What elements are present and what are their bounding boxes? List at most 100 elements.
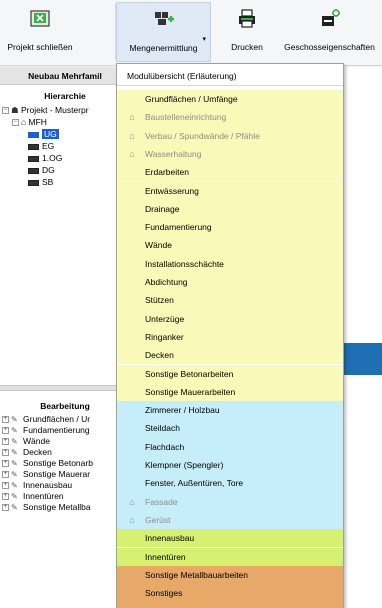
work-item-label: Wände bbox=[23, 436, 50, 446]
work-item[interactable]: + ✎ Sonstige Metallba bbox=[2, 502, 91, 513]
menu-item: ⌂ Gerüst bbox=[117, 510, 343, 530]
printer-icon bbox=[236, 8, 258, 32]
menu-item-label: Stützen bbox=[145, 295, 174, 306]
menu-item[interactable]: Flachdach bbox=[117, 437, 343, 456]
menu-item[interactable]: Fenster, Außentüren, Tore bbox=[117, 474, 343, 493]
menu-item[interactable]: Steildach bbox=[117, 419, 343, 438]
menu-item-label: Sonstiges bbox=[145, 588, 183, 599]
menu-item-label: Installationsschächte bbox=[145, 258, 224, 269]
pencil-icon: ✎ bbox=[11, 492, 18, 501]
menu-item-label: Entwässerung bbox=[145, 185, 199, 196]
tree-node-label: DG bbox=[42, 165, 55, 175]
menu-item[interactable]: Sonstige Metallbauarbeiten bbox=[117, 565, 343, 585]
house-icon: ⌂ bbox=[21, 117, 27, 127]
menu-item-label: Fassade bbox=[145, 496, 178, 507]
house-icon: ⌂ bbox=[129, 112, 135, 123]
work-item[interactable]: + ✎ Wände bbox=[2, 436, 50, 447]
menu-item-label: Klempner (Spengler) bbox=[145, 460, 224, 470]
floor-icon bbox=[28, 131, 39, 138]
work-item[interactable]: + ✎ Sonstige Betonarb bbox=[2, 458, 93, 469]
project-icon: ☗ bbox=[11, 105, 19, 115]
floor-icon bbox=[28, 179, 39, 186]
expand-icon[interactable]: + bbox=[2, 482, 9, 490]
menu-item[interactable]: Installationsschächte bbox=[117, 254, 343, 273]
menu-item[interactable]: Ringanker bbox=[117, 327, 343, 347]
expand-icon[interactable]: + bbox=[2, 449, 9, 457]
menu-item[interactable]: Unterzüge bbox=[117, 309, 343, 328]
menu-item[interactable]: Sonstige Mauerarbeiten bbox=[117, 382, 343, 402]
panel-splitter[interactable] bbox=[0, 385, 130, 391]
tree-node-ug[interactable]: UG bbox=[28, 129, 59, 140]
menu-item-label: Wände bbox=[145, 240, 172, 251]
menu-item-label: Drainage bbox=[145, 203, 180, 214]
menu-item[interactable]: Innenausbau bbox=[117, 529, 343, 548]
expand-icon[interactable]: + bbox=[2, 493, 9, 501]
menu-item[interactable]: Wände bbox=[117, 236, 343, 255]
work-item[interactable]: + ✎ Decken bbox=[2, 447, 52, 458]
menu-item[interactable]: Zimmerer / Holzbau bbox=[117, 401, 343, 420]
print-button[interactable]: Drucken bbox=[219, 2, 275, 62]
work-item[interactable]: + ✎ Fundamentierung bbox=[2, 425, 90, 436]
menu-item: ⌂ Baustelleneinrichtung bbox=[117, 108, 343, 127]
menu-item[interactable]: Stützen bbox=[117, 291, 343, 310]
menu-item[interactable]: Entwässerung bbox=[117, 181, 343, 200]
floor-properties-label: Geschosseigenschaften bbox=[284, 42, 375, 52]
pencil-icon: ✎ bbox=[11, 459, 18, 468]
menu-item-label: Abdichtung bbox=[145, 277, 188, 287]
work-item[interactable]: + ✎ Innenausbau bbox=[2, 480, 72, 491]
work-item[interactable]: + ✎ Grundflächen / Ur bbox=[2, 414, 90, 425]
menu-item[interactable]: Grundflächen / Umfänge bbox=[117, 90, 343, 109]
tree-node-dg[interactable]: DG bbox=[28, 165, 55, 176]
menu-item[interactable]: Decken bbox=[117, 346, 343, 365]
tree-node-1og[interactable]: 1.OG bbox=[28, 153, 62, 164]
menu-item[interactable]: Abdichtung bbox=[117, 273, 343, 292]
menu-item[interactable]: Innentüren bbox=[117, 547, 343, 566]
collapse-icon[interactable]: − bbox=[12, 119, 19, 127]
menu-item-label: Zimmerer / Holzbau bbox=[145, 405, 220, 416]
menu-item[interactable]: Klempner (Spengler) bbox=[117, 456, 343, 475]
menu-item-label: Gerüst bbox=[145, 514, 171, 525]
menu-item-label: Decken bbox=[145, 350, 174, 361]
collapse-icon[interactable]: − bbox=[2, 107, 9, 115]
expand-icon[interactable]: + bbox=[2, 438, 9, 446]
menu-item-label: Ringanker bbox=[145, 331, 184, 342]
menu-item-label: Fenster, Außentüren, Tore bbox=[145, 478, 244, 489]
menu-item[interactable]: Drainage bbox=[117, 199, 343, 219]
expand-icon[interactable]: + bbox=[2, 416, 9, 424]
ribbon-toolbar: Projekt schließen Mengenermittlung ▾ Druc… bbox=[0, 0, 382, 66]
pencil-icon: ✎ bbox=[11, 503, 18, 512]
expand-icon[interactable]: + bbox=[2, 504, 9, 512]
tree-node-eg[interactable]: EG bbox=[28, 141, 54, 152]
work-item-label: Grundflächen / Ur bbox=[23, 414, 91, 424]
menu-item: ⌂ Verbau / Spundwände / Pfähle bbox=[117, 126, 343, 145]
close-project-button[interactable]: Projekt schließen bbox=[0, 2, 80, 62]
pencil-icon: ✎ bbox=[11, 437, 18, 446]
menu-item[interactable]: Sonstige Betonarbeiten bbox=[117, 364, 343, 383]
menu-item-label: Wasserhaltung bbox=[145, 148, 202, 159]
work-item-label: Innentüren bbox=[23, 491, 64, 501]
menu-item-label: Fundamentierung bbox=[145, 222, 212, 233]
menu-item[interactable]: Fundamentierung bbox=[117, 218, 343, 237]
menu-item[interactable]: Sanierung bbox=[117, 602, 343, 608]
hierarchy-header: Hierarchie bbox=[0, 87, 130, 105]
menu-item-label: Innenausbau bbox=[145, 533, 195, 544]
menu-item-module-overview[interactable]: Modulübersicht (Erläuterung) bbox=[117, 66, 343, 86]
pencil-icon: ✎ bbox=[11, 415, 18, 424]
house-icon: ⌂ bbox=[129, 514, 135, 525]
work-item[interactable]: + ✎ Innentüren bbox=[2, 491, 64, 502]
quantity-calc-menu: Modulübersicht (Erläuterung) Grundfläche… bbox=[116, 63, 344, 608]
expand-icon[interactable]: + bbox=[2, 427, 9, 435]
expand-icon[interactable]: + bbox=[2, 471, 9, 479]
tree-node-project[interactable]: − ☗ Projekt - Musterpr bbox=[2, 105, 89, 116]
quantity-calc-icon bbox=[152, 9, 176, 33]
menu-item[interactable]: Sonstiges bbox=[117, 584, 343, 603]
menu-item[interactable]: Erdarbeiten bbox=[117, 163, 343, 182]
menu-item: ⌂ Fassade bbox=[117, 492, 343, 511]
tree-node-mfh[interactable]: − ⌂ MFH bbox=[12, 117, 47, 128]
tree-node-sb[interactable]: SB bbox=[28, 177, 53, 188]
quantity-calc-button[interactable]: Mengenermittlung ▾ bbox=[116, 2, 211, 62]
floor-properties-button[interactable]: Geschosseigenschaften bbox=[277, 2, 382, 62]
expand-icon[interactable]: + bbox=[2, 460, 9, 468]
work-item[interactable]: + ✎ Sonstige Mauerar bbox=[2, 469, 90, 480]
quantity-calc-text: Mengenermittlung bbox=[129, 43, 198, 53]
